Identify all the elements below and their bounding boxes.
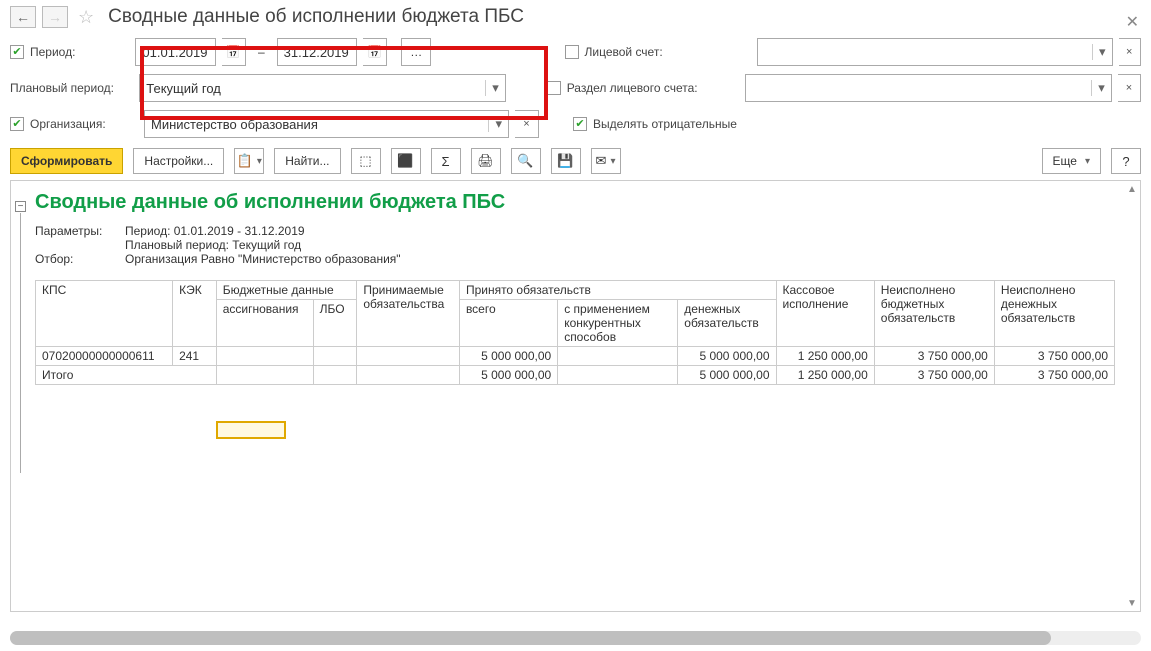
plan-period-dropdown-icon[interactable]: ▾ xyxy=(485,80,499,96)
table-row-total[interactable]: Итого 5 000 000,00 5 000 000,00 1 250 00… xyxy=(36,366,1115,385)
organization-checkbox[interactable] xyxy=(10,117,24,131)
page-title: Сводные данные об исполнении бюджета ПБС xyxy=(108,6,524,28)
date-from-input[interactable]: 01.01.2019 xyxy=(135,38,215,66)
plan-period-select[interactable]: Текущий год ▾ xyxy=(139,74,506,102)
table-row[interactable]: 07020000000000611 241 5 000 000,00 5 000… xyxy=(36,347,1115,366)
col-assign: ассигнования xyxy=(216,300,313,347)
col-taken-oblig: Принято обязательств xyxy=(459,281,776,300)
col-accepted-oblig: Принимаемые обязательства xyxy=(357,281,460,347)
vertical-scrollbar[interactable]: ▲ ▼ xyxy=(1124,181,1140,611)
find-button[interactable]: Найти... xyxy=(274,148,340,174)
period-label: Период: xyxy=(30,45,75,59)
date-to-calendar-icon[interactable]: 📅 xyxy=(363,38,387,66)
period-checkbox[interactable] xyxy=(10,45,24,59)
col-total: всего xyxy=(459,300,557,347)
section-label: Раздел лицевого счета: xyxy=(567,81,698,95)
col-cash-exec: Кассовое исполнение xyxy=(776,281,874,347)
col-unexec-budget: Неисполнено бюджетных обязательств xyxy=(874,281,994,347)
account-dropdown-icon[interactable]: ▾ xyxy=(1092,44,1106,60)
save-button[interactable]: 💾 xyxy=(551,148,581,174)
scrollbar-thumb[interactable] xyxy=(10,631,1051,645)
email-button[interactable]: ✉ xyxy=(591,148,621,174)
selected-cell-highlight xyxy=(216,421,286,439)
help-button[interactable]: ? xyxy=(1111,148,1141,174)
col-competitive: с применением конкурентных способов xyxy=(558,300,678,347)
run-button[interactable]: Сформировать xyxy=(10,148,123,174)
date-dash: – xyxy=(258,45,265,59)
report-title: Сводные данные об исполнении бюджета ПБС xyxy=(35,191,1126,214)
col-lbo: ЛБО xyxy=(313,300,357,347)
params-label: Параметры: xyxy=(35,224,115,238)
col-kps: КПС xyxy=(36,281,173,347)
plan-period-label: Плановый период: xyxy=(10,81,114,95)
print-button[interactable]: 🖨 xyxy=(471,148,501,174)
close-icon[interactable]: ✕ xyxy=(1126,12,1139,32)
report-container: − ▲ ▼ Сводные данные об исполнении бюдже… xyxy=(10,180,1141,612)
section-checkbox[interactable] xyxy=(547,81,561,95)
period-ellipsis-button[interactable]: … xyxy=(401,38,431,66)
params-line1: Период: 01.01.2019 - 31.12.2019 xyxy=(125,224,305,238)
col-kek: КЭК xyxy=(173,281,217,347)
organization-dropdown-icon[interactable]: ▾ xyxy=(488,116,502,132)
col-unexec-money: Неисполнено денежных обязательств xyxy=(994,281,1114,347)
nav-forward-button[interactable]: → xyxy=(42,6,68,28)
date-to-input[interactable]: 31.12.2019 xyxy=(277,38,357,66)
date-from-calendar-icon[interactable]: 📅 xyxy=(222,38,246,66)
section-clear-button[interactable]: × xyxy=(1118,74,1141,102)
highlight-neg-checkbox[interactable] xyxy=(573,117,587,131)
horizontal-scrollbar[interactable] xyxy=(10,631,1141,645)
filter-label: Отбор: xyxy=(35,252,115,266)
col-budget-data: Бюджетные данные xyxy=(216,281,357,300)
account-select[interactable]: ▾ xyxy=(757,38,1112,66)
more-button[interactable]: Еще xyxy=(1042,148,1101,174)
organization-clear-button[interactable]: × xyxy=(515,110,539,138)
params-line2: Плановый период: Текущий год xyxy=(125,238,301,252)
tree-collapse-handle[interactable]: − xyxy=(15,201,26,212)
preview-button[interactable]: 🔍 xyxy=(511,148,541,174)
favorite-star-icon[interactable]: ☆ xyxy=(78,7,94,28)
sum-button[interactable]: Σ xyxy=(431,148,461,174)
account-label: Лицевой счет: xyxy=(585,45,663,59)
expand-button[interactable]: ⬚ xyxy=(351,148,381,174)
copy-dropdown-button[interactable]: 📋 xyxy=(234,148,264,174)
collapse-button[interactable]: ⬛ xyxy=(391,148,421,174)
scroll-up-icon[interactable]: ▲ xyxy=(1124,181,1140,197)
filter-line: Организация Равно "Министерство образова… xyxy=(125,252,401,266)
section-dropdown-icon[interactable]: ▾ xyxy=(1091,80,1105,96)
organization-select[interactable]: Министерство образования ▾ xyxy=(144,110,509,138)
report-table: КПС КЭК Бюджетные данные Принимаемые обя… xyxy=(35,280,1115,385)
col-money-oblig: денежных обязательств xyxy=(678,300,776,347)
account-checkbox[interactable] xyxy=(565,45,579,59)
section-select[interactable]: ▾ xyxy=(745,74,1112,102)
scroll-down-icon[interactable]: ▼ xyxy=(1124,595,1140,611)
highlight-neg-label: Выделять отрицательные xyxy=(593,117,737,131)
settings-button[interactable]: Настройки... xyxy=(133,148,224,174)
organization-label: Организация: xyxy=(30,117,106,131)
account-clear-button[interactable]: × xyxy=(1119,38,1141,66)
nav-back-button[interactable]: ← xyxy=(10,6,36,28)
